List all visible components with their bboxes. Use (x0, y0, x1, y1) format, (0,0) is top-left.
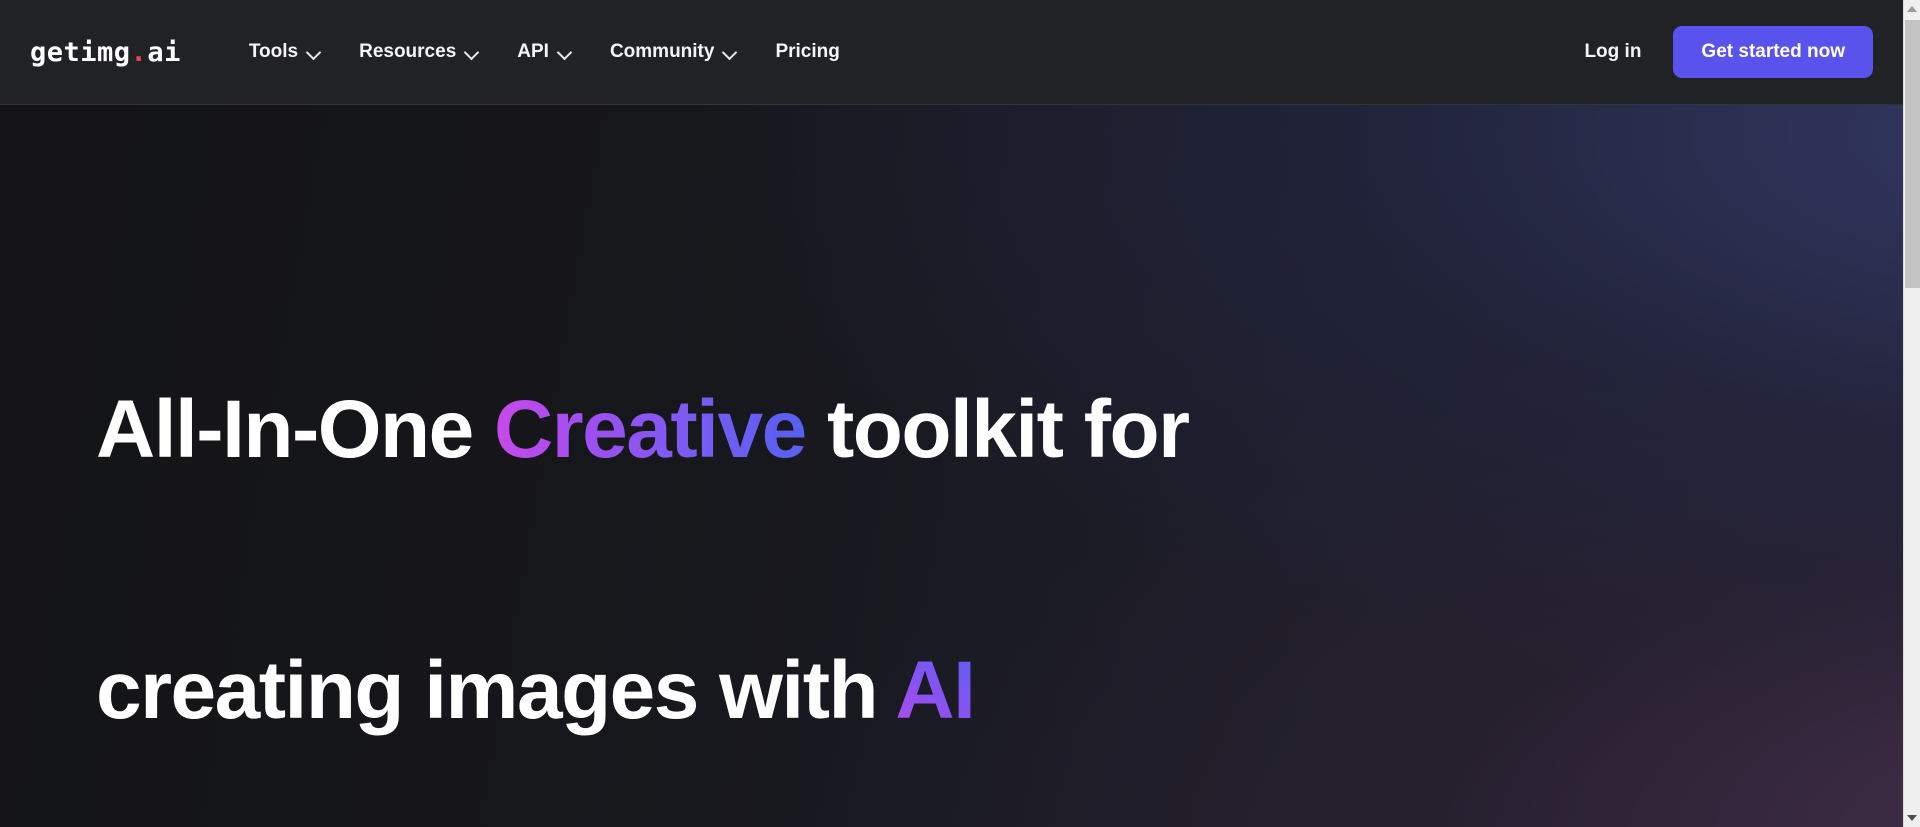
nav-item-label: Pricing (775, 41, 840, 62)
header-actions: Log in Get started now (1562, 26, 1873, 78)
headline-text: creating images with (96, 645, 896, 736)
nav-item-resources[interactable]: Resources (343, 33, 495, 71)
hero-content: All-In-One Creative toolkit for creating… (96, 225, 1296, 827)
get-started-button[interactable]: Get started now (1673, 26, 1873, 78)
nav-item-label: Community (609, 41, 715, 62)
nav-item-label: Resources (359, 41, 457, 62)
logo-text-suffix: ai (147, 36, 181, 68)
nav-item-tools[interactable]: Tools (233, 33, 337, 71)
headline-text: toolkit for (805, 384, 1190, 475)
browser-viewport: getimg.ai Tools Resources API Community (0, 0, 1920, 827)
headline-line-1: All-In-One Creative toolkit for (96, 389, 1296, 471)
chevron-down-icon (558, 45, 572, 59)
chevron-down-icon (307, 45, 321, 59)
headline-accent-ai: AI (895, 645, 976, 736)
chevron-down-icon (465, 45, 479, 59)
site-header: getimg.ai Tools Resources API Community (0, 0, 1903, 105)
scroll-up-button[interactable] (1904, 0, 1920, 17)
nav-item-label: API (517, 41, 549, 62)
headline-text: All-In-One (96, 384, 495, 475)
logo-dot: . (130, 36, 148, 68)
chevron-down-icon (723, 45, 737, 59)
page-title: All-In-One Creative toolkit for creating… (96, 225, 1296, 827)
main-navigation: Tools Resources API Community Pricing (233, 33, 856, 71)
headline-accent-creative: Creative (494, 384, 807, 475)
scrollbar-thumb[interactable] (1905, 20, 1920, 288)
login-link[interactable]: Log in (1562, 31, 1663, 73)
scroll-down-button[interactable] (1904, 810, 1920, 827)
site-logo[interactable]: getimg.ai (30, 37, 181, 68)
logo-text-prefix: getimg (30, 36, 131, 68)
nav-item-api[interactable]: API (501, 33, 588, 71)
nav-item-community[interactable]: Community (594, 33, 754, 71)
nav-item-label: Tools (248, 41, 299, 62)
page-content: getimg.ai Tools Resources API Community (0, 0, 1903, 827)
hero-section: All-In-One Creative toolkit for creating… (0, 105, 1903, 827)
vertical-scrollbar[interactable] (1903, 0, 1920, 827)
nav-item-pricing[interactable]: Pricing (759, 33, 855, 71)
headline-line-2: creating images with AI (96, 650, 1296, 732)
